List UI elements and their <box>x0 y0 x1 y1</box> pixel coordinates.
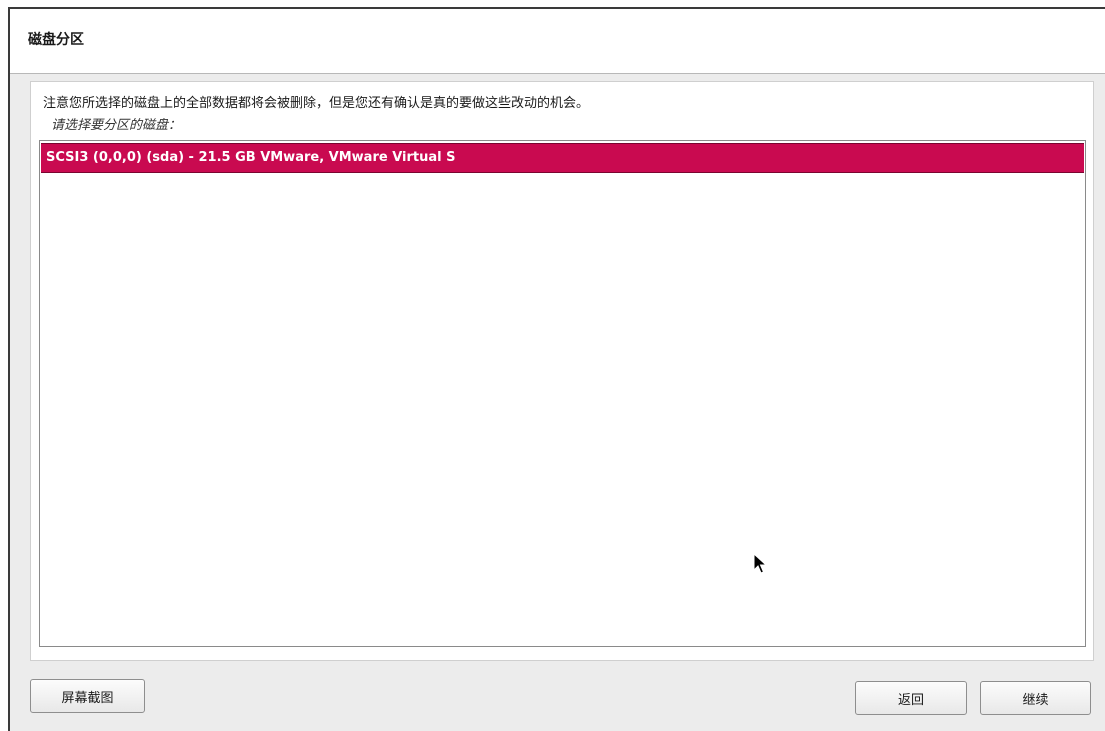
installer-window: 磁盘分区 注意您所选择的磁盘上的全部数据都将会被删除，但是您还有确认是真的要做这… <box>8 7 1105 731</box>
mouse-pointer-icon <box>753 553 767 574</box>
continue-button[interactable]: 继续 <box>980 681 1091 715</box>
title-bar: 磁盘分区 <box>10 9 1105 74</box>
page-title: 磁盘分区 <box>28 32 84 48</box>
back-button[interactable]: 返回 <box>855 681 967 715</box>
disk-list[interactable]: SCSI3 (0,0,0) (sda) - 21.5 GB VMware, VM… <box>39 140 1086 647</box>
warning-notice: 注意您所选择的磁盘上的全部数据都将会被删除，但是您还有确认是真的要做这些改动的机… <box>43 96 590 111</box>
disk-select-prompt: 请选择要分区的磁盘： <box>51 118 182 133</box>
screenshot-button[interactable]: 屏幕截图 <box>30 679 145 713</box>
disk-list-item[interactable]: SCSI3 (0,0,0) (sda) - 21.5 GB VMware, VM… <box>41 143 1084 173</box>
content-panel: 注意您所选择的磁盘上的全部数据都将会被删除，但是您还有确认是真的要做这些改动的机… <box>30 81 1094 661</box>
